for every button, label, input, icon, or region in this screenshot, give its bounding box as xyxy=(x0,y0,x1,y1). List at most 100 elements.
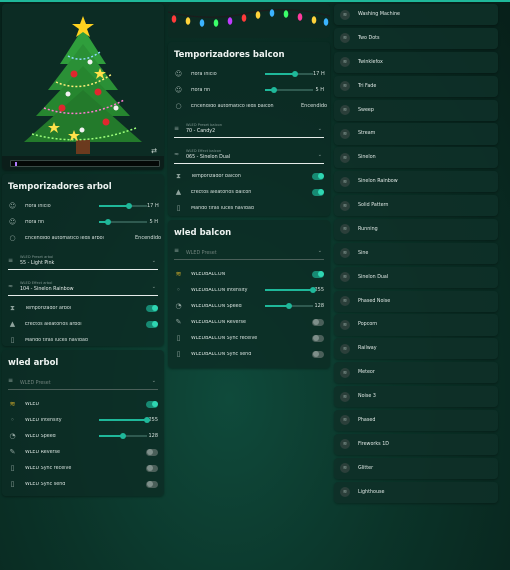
effect-button[interactable]: ≋ Noise 3 xyxy=(334,386,498,408)
wled-reverse-toggle[interactable] xyxy=(312,318,324,326)
person-icon: ☺ xyxy=(8,201,17,210)
effect-button[interactable]: ≋ Running xyxy=(334,218,498,241)
effect-button[interactable]: ≋ Lighthouse xyxy=(334,481,498,503)
led-effect-icon: ≋ xyxy=(340,391,350,402)
hora-inicio-row[interactable]: ☺ Hora Inicio 17 H xyxy=(2,198,164,214)
efectos-toggle[interactable] xyxy=(146,320,158,328)
temporizador-toggle[interactable] xyxy=(146,304,158,312)
wled-reverse-toggle[interactable] xyxy=(146,448,158,456)
effect-button[interactable]: ≋ Washing Machine xyxy=(334,4,498,26)
hora-fin-row[interactable]: ☺ Hora fin 5 H xyxy=(168,82,330,98)
wled-intensity-row[interactable]: ◦ WLEDBALCON Intensity 255 xyxy=(168,282,330,298)
hora-fin-row[interactable]: ☺ Hora fin 5 H xyxy=(2,214,164,230)
led-effect-icon: ≋ xyxy=(340,319,350,330)
wled-sync-receive-label: WLEDBALCON Sync receive xyxy=(191,335,258,341)
wled-main-toggle[interactable] xyxy=(312,270,324,278)
mando-row[interactable]: ▯ Mando tiras luces navidad xyxy=(2,332,164,348)
wled-intensity-slider[interactable] xyxy=(99,416,150,423)
pencil-icon: ✎ xyxy=(9,447,16,456)
wled-reverse-label: WLEDBALCON Reverse xyxy=(191,319,246,325)
wled-speed-slider[interactable] xyxy=(99,432,147,439)
wled-sync-send-toggle[interactable] xyxy=(312,350,324,358)
led-effect-icon: ≋ xyxy=(340,224,350,235)
wled-main-label: WLED xyxy=(25,401,40,407)
effect-button[interactable]: ≋ Sweep xyxy=(334,99,498,121)
person-icon: ☺ xyxy=(174,85,183,94)
effect-button[interactable]: ≋ Sinelon Rainbow xyxy=(334,171,498,193)
hora-inicio-slider[interactable] xyxy=(265,70,313,77)
wled-main-row[interactable]: ≋ WLEDBALCON xyxy=(168,266,330,282)
led-effect-icon: ≋ xyxy=(340,296,350,307)
wled-preset-select[interactable]: ≡ WLED Preset ⌄ xyxy=(174,246,324,260)
effect-button[interactable]: ≋ Fireworks 1D xyxy=(334,433,498,455)
wled-sync-receive-row[interactable]: ▯ WLED Sync receive xyxy=(2,460,164,476)
led-effect-icon: ≋ xyxy=(340,200,350,211)
effect-button-label: Popcorn xyxy=(358,322,378,328)
wled-reverse-label: WLED Reverse xyxy=(25,449,60,455)
effect-select[interactable]: ≈ WLED Effect balcon 065 - Sinelon Dual … xyxy=(174,142,324,164)
temporizador-row[interactable]: ⧗ Temporizador balcon xyxy=(168,168,330,184)
effect-select[interactable]: ≈ WLED Effect arbol 104 - Sinelon Rainbo… xyxy=(8,274,158,296)
effect-button[interactable]: ≋ Phased Noise xyxy=(334,290,498,312)
preset-select[interactable]: ≡ WLED Preset balcon 70 - Candy2 ⌄ xyxy=(174,116,324,138)
mando-row[interactable]: ▯ Mando tiras luces navidad xyxy=(168,200,330,216)
chevron-down-icon: ⌄ xyxy=(151,258,156,264)
efectos-toggle[interactable] xyxy=(312,188,324,196)
wled-reverse-row[interactable]: ✎ WLEDBALCON Reverse xyxy=(168,314,330,330)
wled-main-toggle[interactable] xyxy=(146,400,158,408)
remote-icon: ▯ xyxy=(10,335,15,344)
temporizador-row[interactable]: ⧗ Temporizador arbol xyxy=(2,300,164,316)
auto-row: ○ Encendido automatico leds balcon Encen… xyxy=(168,98,330,114)
effect-button[interactable]: ≋ Popcorn xyxy=(334,314,498,336)
wled-sync-receive-toggle[interactable] xyxy=(312,334,324,342)
wled-intensity-slider[interactable] xyxy=(265,286,316,293)
effect-button[interactable]: ≋ Phased xyxy=(334,409,498,432)
wled-speed-row[interactable]: ◔ WLEDBALCON Speed 128 xyxy=(168,298,330,314)
media-progress-bar[interactable] xyxy=(2,156,164,170)
effect-button[interactable]: ≋ Glitter xyxy=(334,457,498,479)
hora-fin-slider[interactable] xyxy=(265,86,313,93)
list-icon: ≡ xyxy=(174,247,180,254)
led-effect-icon: ≋ xyxy=(340,367,350,378)
effect-button-label: Meteor xyxy=(358,370,375,376)
effect-button[interactable]: ≋ Sinelon xyxy=(334,147,498,169)
effect-button[interactable]: ≋ Tri Fade xyxy=(334,75,498,97)
person-icon: ☺ xyxy=(8,217,17,226)
auto-value: Encendido xyxy=(301,103,328,109)
wled-sync-send-row[interactable]: ▯ WLED Sync send xyxy=(2,476,164,492)
wled-preset-select[interactable]: ≡ WLED Preset ⌄ xyxy=(8,376,158,390)
effect-button-label: Sinelon Rainbow xyxy=(358,179,398,185)
efectos-row[interactable]: ▲ Efectos aleatorios balcon xyxy=(168,184,330,200)
wled-sync-send-toggle[interactable] xyxy=(146,480,158,488)
wled-sync-receive-toggle[interactable] xyxy=(146,464,158,472)
preset-select[interactable]: ≡ WLED Preset arbol 55 - Light Pink ⌄ xyxy=(8,248,158,270)
effect-button[interactable]: ≋ Two Dots xyxy=(334,27,498,50)
wled-speed-row[interactable]: ◔ WLED Speed 128 xyxy=(2,428,164,444)
wled-intensity-row[interactable]: ◦ WLED Intensity 255 xyxy=(2,412,164,428)
effect-button[interactable]: ≋ Meteor xyxy=(334,362,498,384)
wled-sync-send-row[interactable]: ▯ WLEDBALCON Sync send xyxy=(168,346,330,362)
effect-button[interactable]: ≋ Sinelon Dual xyxy=(334,266,498,288)
hora-inicio-slider[interactable] xyxy=(99,202,147,209)
wled-speed-slider[interactable] xyxy=(265,302,313,309)
effect-button[interactable]: ≋ Sine xyxy=(334,242,498,264)
tree-picture-card[interactable]: ⇄ xyxy=(2,4,164,170)
auto-row: ○ Encendido automatico leds arbol Encend… xyxy=(2,230,164,246)
shuffle-icon[interactable]: ⇄ xyxy=(151,147,157,155)
hora-fin-slider[interactable] xyxy=(99,218,147,225)
wled-reverse-row[interactable]: ✎ WLED Reverse xyxy=(2,444,164,460)
effect-button[interactable]: ≋ Solid Pattern xyxy=(334,195,498,217)
wled-main-row[interactable]: ≋ WLED xyxy=(2,396,164,412)
hora-fin-value: 5 H xyxy=(149,219,158,225)
effect-button[interactable]: ≋ Twinklefox xyxy=(334,51,498,73)
efectos-row[interactable]: ▲ Efectos aleatorios arbol xyxy=(2,316,164,332)
hora-inicio-row[interactable]: ☺ Hora Inicio 17 H xyxy=(168,66,330,82)
effect-button[interactable]: ≋ Railway xyxy=(334,338,498,360)
led-effect-icon: ≋ xyxy=(340,439,350,450)
column-balcon: Temporizadores balcon ☺ Hora Inicio 17 H… xyxy=(168,4,330,372)
preset-caption: WLED Preset arbol xyxy=(20,255,54,259)
wled-sync-receive-row[interactable]: ▯ WLEDBALCON Sync receive xyxy=(168,330,330,346)
effect-button[interactable]: ≋ Stream xyxy=(334,123,498,145)
temporizador-toggle[interactable] xyxy=(312,172,324,180)
timer-icon: ⧗ xyxy=(176,171,181,180)
